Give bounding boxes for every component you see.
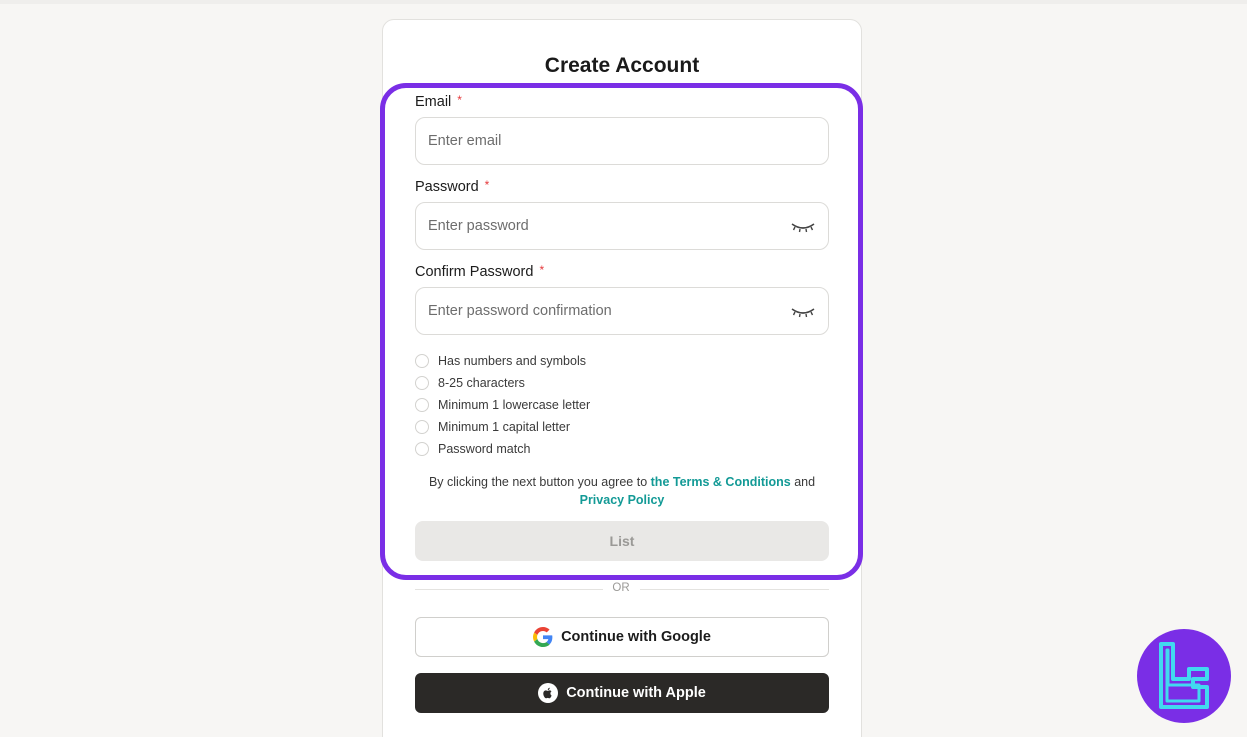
requirement-status-circle [415,442,429,456]
email-field[interactable] [416,118,828,164]
email-field-wrapper [415,117,829,165]
requirement-item: Password match [415,438,590,460]
brand-logo [1137,629,1231,723]
confirm-password-field[interactable] [416,288,828,334]
requirement-item: Minimum 1 lowercase letter [415,394,590,416]
requirement-status-circle [415,398,429,412]
eye-closed-icon[interactable] [790,219,816,235]
requirement-item: 8-25 characters [415,372,590,394]
password-requirements: Has numbers and symbols 8-25 characters … [415,350,590,460]
required-mark: * [484,178,490,192]
continue-with-apple-button[interactable]: Continue with Apple [415,673,829,713]
password-field[interactable] [416,203,828,249]
required-mark: * [539,263,545,277]
continue-with-google-button[interactable]: Continue with Google [415,617,829,657]
requirement-status-circle [415,354,429,368]
google-icon [533,627,553,647]
confirm-password-label: Confirm Password * [415,263,545,280]
page-title: Create Account [544,54,700,77]
apple-icon [538,683,559,703]
password-field-wrapper [415,202,829,250]
requirement-item: Has numbers and symbols [415,350,590,372]
confirm-password-field-wrapper [415,287,829,335]
requirement-status-circle [415,376,429,390]
terms-notice: By clicking the next button you agree to… [428,475,816,507]
top-bar [0,0,1247,4]
divider-line-left [415,589,603,590]
divider-line-right [640,589,829,590]
or-divider-text: OR [612,582,630,594]
email-label: Email * [415,93,462,110]
required-mark: * [457,93,462,107]
requirement-item: Minimum 1 capital letter [415,416,590,438]
requirement-status-circle [415,420,429,434]
privacy-policy-link[interactable]: Privacy Policy [580,493,665,507]
terms-link[interactable]: the Terms & Conditions [651,475,791,489]
eye-closed-icon[interactable] [790,304,816,320]
submit-button[interactable]: List [415,521,829,561]
password-label: Password * [415,178,490,195]
